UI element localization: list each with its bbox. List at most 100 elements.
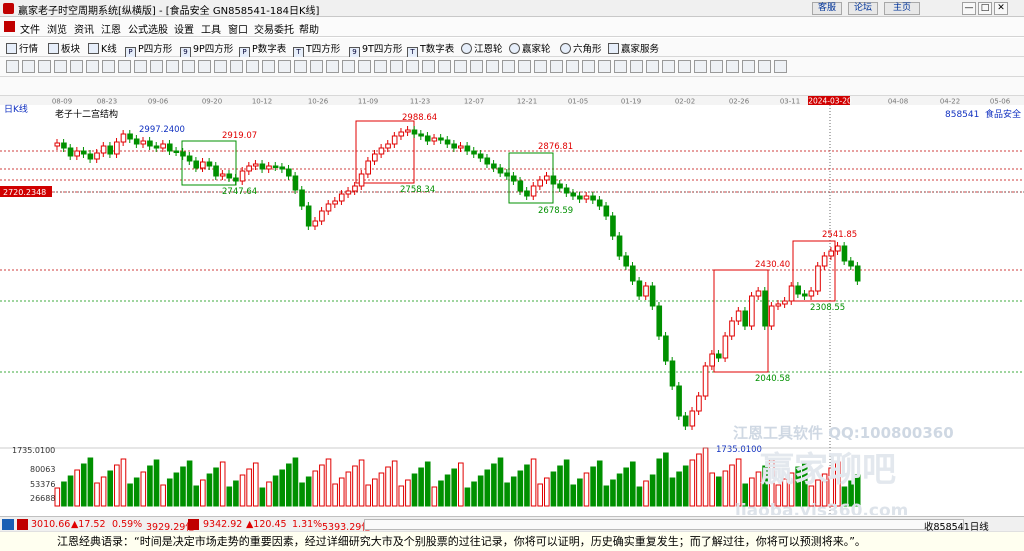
- draw-tool-40-icon[interactable]: [646, 60, 659, 73]
- draw-tool-46-icon[interactable]: [742, 60, 755, 73]
- menu-window[interactable]: 窗口: [228, 21, 248, 36]
- candle-body: [484, 157, 491, 165]
- toolbar-quote-button[interactable]: 行情: [6, 41, 38, 55]
- candle-body: [458, 145, 464, 149]
- draw-tool-9-icon[interactable]: [150, 60, 163, 73]
- draw-tool-32-icon[interactable]: [518, 60, 531, 73]
- volume-bar: [735, 458, 742, 507]
- draw-tool-38-icon[interactable]: [614, 60, 627, 73]
- draw-tool-35-icon[interactable]: [566, 60, 579, 73]
- draw-tool-24-icon[interactable]: [390, 60, 403, 73]
- draw-tool-19-icon[interactable]: [310, 60, 323, 73]
- draw-tool-20-icon[interactable]: [326, 60, 339, 73]
- toolbar-t-table-button[interactable]: T T数字表: [407, 41, 454, 58]
- draw-tool-18-icon[interactable]: [294, 60, 307, 73]
- volume-bar: [292, 457, 299, 507]
- draw-tool-43-icon[interactable]: [694, 60, 707, 73]
- candle-body: [557, 183, 563, 189]
- toolbar-gann-wheel-button[interactable]: 江恩轮: [461, 41, 503, 55]
- draw-tool-16-icon[interactable]: [262, 60, 275, 73]
- price-label-low: 1735.0100: [716, 445, 762, 455]
- draw-tool-47-icon[interactable]: [758, 60, 771, 73]
- draw-tool-15-icon[interactable]: [246, 60, 259, 73]
- draw-tool-4-icon[interactable]: [70, 60, 83, 73]
- volume-bar: [603, 485, 610, 507]
- menu-logo-icon: [4, 21, 15, 32]
- forum-button[interactable]: 论坛: [848, 2, 878, 15]
- status-bar: 3010.66 ▲17.52 0.59% 3929.29亿 9342.92 ▲1…: [0, 516, 1024, 533]
- draw-tool-5-icon[interactable]: [86, 60, 99, 73]
- menu-help[interactable]: 帮助: [299, 21, 319, 36]
- draw-tool-2-icon[interactable]: [38, 60, 51, 73]
- kline-chart[interactable]: 08-09 08-23 09-06 09-20 10-12 10-26 11-09 11-23…: [0, 96, 1024, 521]
- draw-tool-3-icon[interactable]: [54, 60, 67, 73]
- draw-tool-22-icon[interactable]: [358, 60, 371, 73]
- toolbar-service-button[interactable]: 赢家服务: [608, 41, 659, 55]
- draw-tool-23-icon[interactable]: [374, 60, 387, 73]
- draw-tool-31-icon[interactable]: [502, 60, 515, 73]
- draw-tool-41-icon[interactable]: [662, 60, 675, 73]
- menu-settings[interactable]: 设置: [174, 21, 194, 36]
- draw-tool-34-icon[interactable]: [550, 60, 563, 73]
- draw-tool-30-icon[interactable]: [486, 60, 499, 73]
- menu-browse[interactable]: 浏览: [47, 21, 67, 36]
- menu-file[interactable]: 文件: [20, 21, 40, 36]
- candle-body: [107, 145, 114, 155]
- draw-tool-33-icon[interactable]: [534, 60, 547, 73]
- status-scrollbar[interactable]: [364, 519, 964, 530]
- draw-tool-7-icon[interactable]: [118, 60, 131, 73]
- toolbar-hexagon-button[interactable]: 六角形: [560, 41, 602, 55]
- draw-tool-11-icon[interactable]: [182, 60, 195, 73]
- candle-body: [689, 410, 696, 427]
- draw-tool-21-icon[interactable]: [342, 60, 355, 73]
- volume-bar: [715, 476, 722, 507]
- volume-bar: [563, 459, 570, 507]
- draw-tool-10-icon[interactable]: [166, 60, 179, 73]
- homepage-button[interactable]: 主页: [884, 2, 920, 15]
- volume-bar: [709, 472, 715, 507]
- draw-tool-27-icon[interactable]: [438, 60, 451, 73]
- toolbar-p-square-button[interactable]: P P四方形: [125, 41, 172, 58]
- toolbar-9p-square-button[interactable]: 9 9P四方形: [180, 41, 233, 58]
- menu-tools[interactable]: 工具: [201, 21, 221, 36]
- menu-news[interactable]: 资讯: [74, 21, 94, 36]
- support-button[interactable]: 客服: [812, 2, 842, 15]
- toolbar-t-square-button[interactable]: T T四方形: [293, 41, 340, 58]
- candle-body: [649, 285, 656, 307]
- draw-tool-14-icon[interactable]: [230, 60, 243, 73]
- menu-formula[interactable]: 公式选股: [128, 21, 168, 36]
- draw-tool-37-icon[interactable]: [598, 60, 611, 73]
- toolbar-p-table-button[interactable]: P P数字表: [239, 41, 286, 58]
- draw-tool-12-icon[interactable]: [198, 60, 211, 73]
- draw-tool-28-icon[interactable]: [454, 60, 467, 73]
- toolbar-sector-button[interactable]: 板块: [48, 41, 80, 55]
- draw-tool-45-icon[interactable]: [726, 60, 739, 73]
- draw-tool-26-icon[interactable]: [422, 60, 435, 73]
- volume-bar: [398, 485, 405, 507]
- toolbar-winner-wheel-button[interactable]: 赢家轮: [509, 41, 551, 55]
- candle-body: [729, 320, 735, 337]
- draw-tool-13-icon[interactable]: [214, 60, 227, 73]
- toolbar-kline-button[interactable]: K线: [88, 41, 117, 55]
- draw-tool-36-icon[interactable]: [582, 60, 595, 73]
- draw-tool-44-icon[interactable]: [710, 60, 723, 73]
- menu-gann[interactable]: 江恩: [101, 21, 121, 36]
- draw-tool-8-icon[interactable]: [134, 60, 147, 73]
- toolbar-9t-square-button[interactable]: 9 9T四方形: [349, 41, 402, 58]
- draw-tool-6-icon[interactable]: [102, 60, 115, 73]
- draw-tool-1-icon[interactable]: [22, 60, 35, 73]
- draw-tool-17-icon[interactable]: [278, 60, 291, 73]
- volume-bar: [319, 464, 325, 507]
- draw-tool-42-icon[interactable]: [678, 60, 691, 73]
- draw-tool-29-icon[interactable]: [470, 60, 483, 73]
- maximize-button[interactable]: □: [978, 2, 992, 15]
- draw-tool-25-icon[interactable]: [406, 60, 419, 73]
- menu-trade[interactable]: 交易委托: [254, 21, 294, 36]
- draw-tool-39-icon[interactable]: [630, 60, 643, 73]
- volume-bar: [405, 479, 411, 507]
- candle-body: [114, 141, 120, 155]
- minimize-button[interactable]: —: [962, 2, 976, 15]
- draw-tool-0-icon[interactable]: [6, 60, 19, 73]
- close-button[interactable]: ✕: [994, 2, 1008, 15]
- draw-tool-48-icon[interactable]: [774, 60, 787, 73]
